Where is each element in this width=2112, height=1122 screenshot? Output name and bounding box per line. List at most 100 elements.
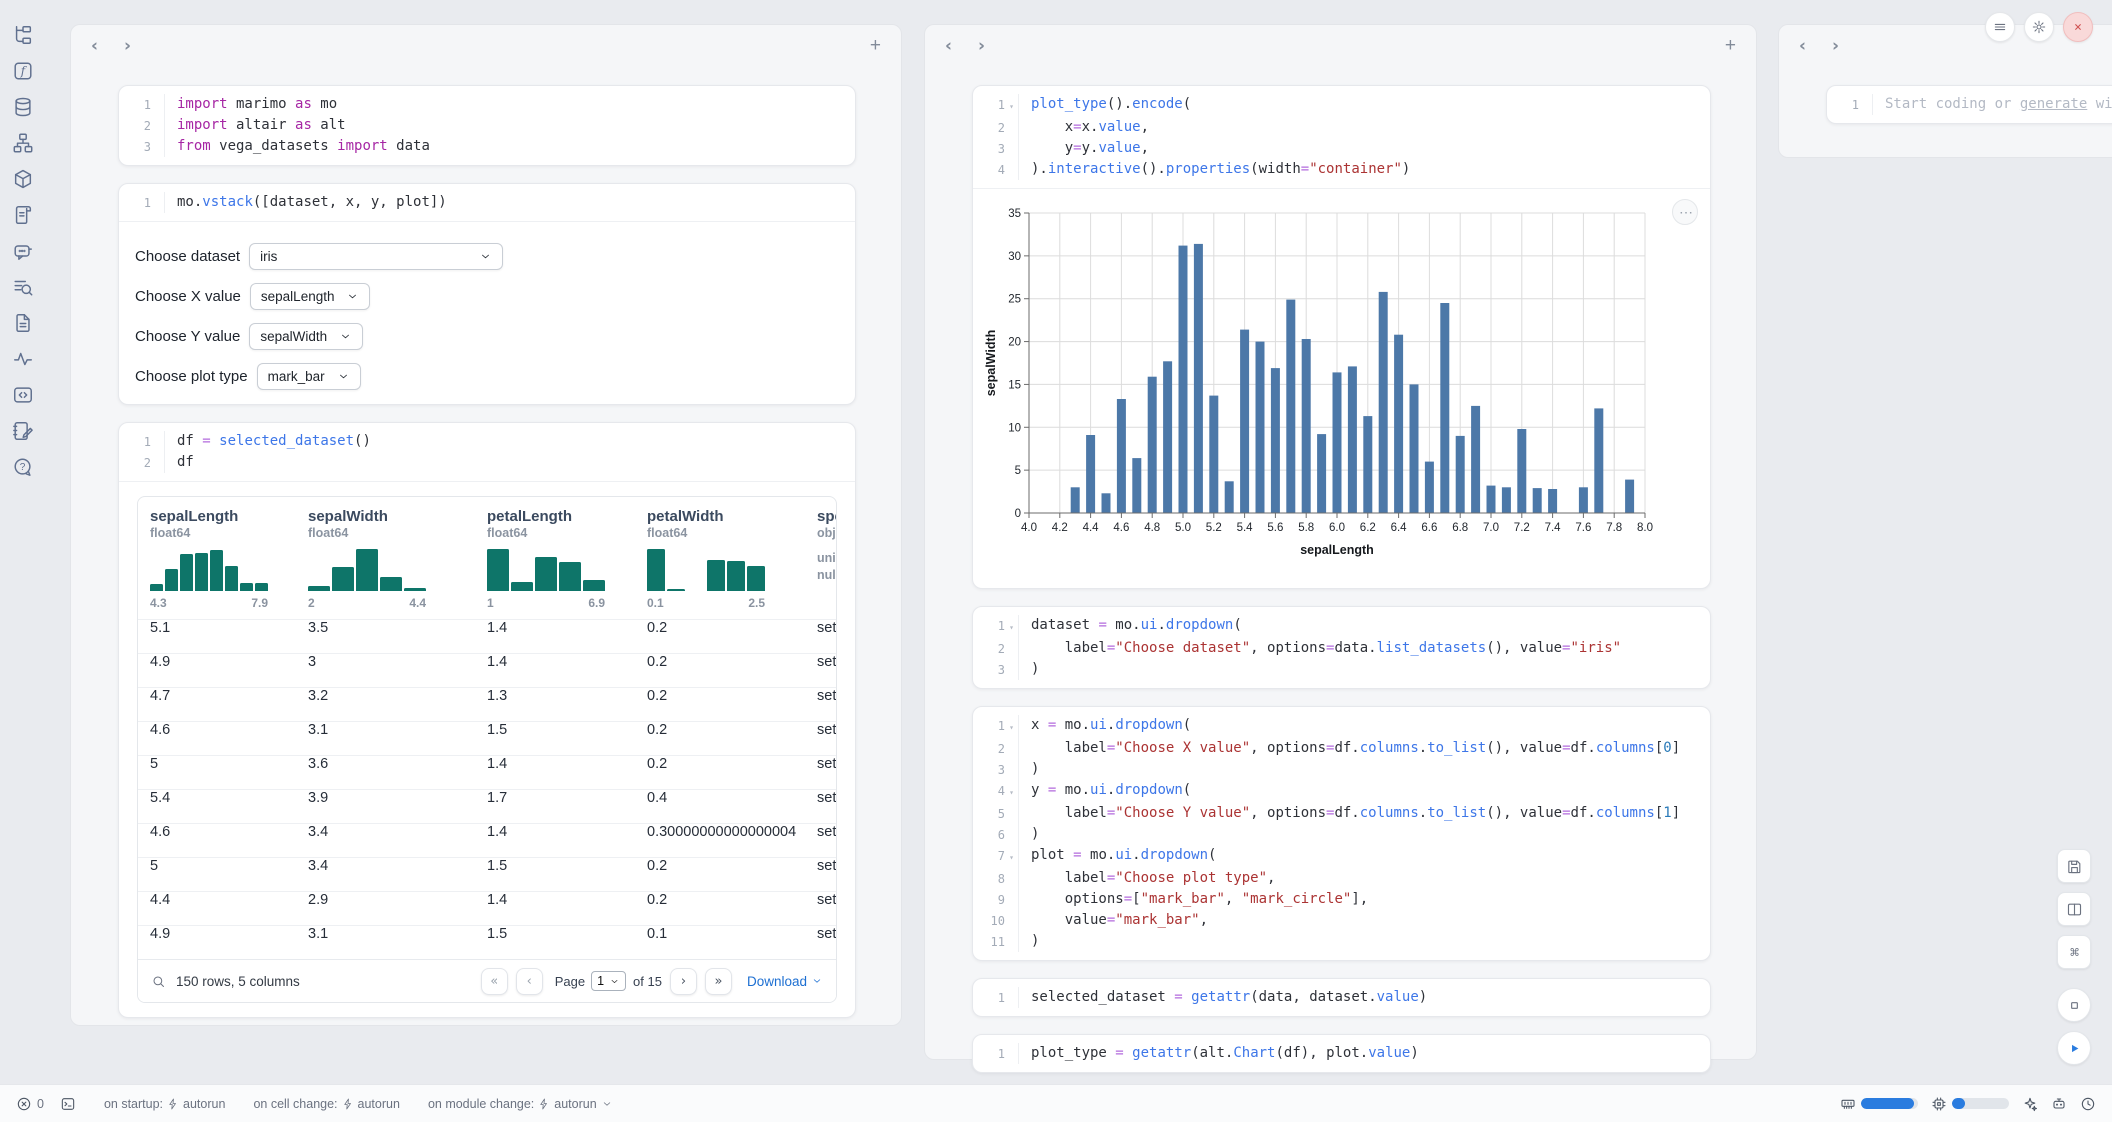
shutdown-button[interactable] — [2063, 12, 2093, 42]
code-token: x — [1031, 119, 1073, 135]
column-prev-button[interactable]: ‹ — [1795, 38, 1810, 55]
table-row[interactable]: 4.73.21.30.2setosa — [138, 688, 836, 722]
sidebar-scratchpad-button[interactable] — [12, 420, 34, 442]
prev-page-button[interactable]: ‹ — [516, 968, 543, 995]
table-row[interactable]: 4.93.11.50.1setosa — [138, 926, 836, 960]
fold-chevron-icon[interactable]: ▾ — [1005, 715, 1018, 738]
sidebar-snippets-button[interactable] — [12, 384, 34, 406]
column-name: sepalLength — [150, 497, 296, 525]
runtime-config-item[interactable]: on cell change:autorun — [253, 1097, 400, 1111]
column-next-button[interactable]: › — [974, 38, 989, 55]
column-header[interactable]: sepalWidthfloat6424.4 — [296, 497, 475, 620]
dropdown-select[interactable]: iris — [249, 243, 503, 270]
sidebar-documentation-button[interactable] — [12, 312, 34, 334]
fold-chevron-icon[interactable]: ▾ — [1005, 780, 1018, 803]
dropdown-row: Choose datasetiris — [135, 243, 855, 270]
column-histogram[interactable] — [647, 549, 765, 591]
sidebar-tracing-button[interactable] — [12, 348, 34, 370]
column-next-button[interactable]: › — [1828, 38, 1843, 55]
last-page-button[interactable]: » — [705, 968, 732, 995]
add-cell-button[interactable]: + — [864, 35, 887, 56]
table-row[interactable]: 4.63.41.40.30000000000000004setosa — [138, 824, 836, 858]
code-editor[interactable]: 1▾plot_type().encode(2 x=x.value,3 y=y.v… — [973, 86, 1710, 188]
dropdown-select[interactable]: sepalLength — [250, 283, 371, 310]
table-row[interactable]: 5.43.91.70.4setosa — [138, 790, 836, 824]
add-cell-button[interactable]: + — [1719, 35, 1742, 56]
runtime-config-item[interactable]: on startup:autorun — [104, 1097, 225, 1111]
x-tick-label: 4.0 — [1021, 522, 1037, 534]
code-token: ( — [1183, 717, 1191, 733]
code-editor[interactable]: 1df = selected_dataset()2df — [119, 423, 855, 481]
first-page-button[interactable]: « — [481, 968, 508, 995]
code-editor[interactable]: 1plot_type = getattr(alt.Chart(df), plot… — [973, 1035, 1710, 1072]
column-next-button[interactable]: › — [120, 38, 135, 55]
table-row[interactable]: 4.931.40.2setosa — [138, 654, 836, 688]
bar — [1533, 488, 1542, 513]
command-palette-button[interactable]: ⌘ — [2057, 935, 2091, 969]
table-row[interactable]: 4.63.11.50.2setosa — [138, 722, 836, 756]
settings-button[interactable] — [2024, 12, 2054, 42]
fold-chevron-icon[interactable]: ▾ — [1005, 845, 1018, 868]
fold-chevron-icon[interactable]: ▾ — [1005, 94, 1018, 117]
sidebar-logs-button[interactable] — [12, 204, 34, 226]
code-editor[interactable]: 1import marimo as mo2import altair as al… — [119, 86, 855, 165]
notebook-menu-button[interactable] — [1985, 12, 2015, 42]
table-row[interactable]: 4.42.91.40.2setosa — [138, 892, 836, 926]
run-all-button[interactable] — [2057, 1031, 2091, 1065]
app-view-button[interactable] — [2057, 988, 2091, 1022]
sidebar-outline-button[interactable] — [12, 276, 34, 298]
column-header[interactable]: petalLengthfloat6416.9 — [475, 497, 635, 620]
save-button[interactable] — [2057, 849, 2091, 883]
code-token: [ — [1655, 740, 1663, 756]
runtime-config-item[interactable]: on module change:autorun — [428, 1097, 613, 1111]
sidebar-chat-button[interactable] — [12, 240, 34, 262]
cpu-usage-gauge[interactable] — [1931, 1096, 2009, 1112]
altair-bar-chart[interactable]: 051015202530354.04.24.44.64.85.05.25.45.… — [973, 189, 1710, 588]
table-cell: 0.2 — [635, 654, 805, 688]
code-token: ) — [1031, 661, 1039, 677]
download-button[interactable]: Download — [747, 974, 823, 989]
column-prev-button[interactable]: ‹ — [941, 38, 956, 55]
sidebar-packages-button[interactable] — [12, 168, 34, 190]
clock-button[interactable] — [2080, 1096, 2096, 1112]
search-icon[interactable] — [151, 974, 166, 989]
memory-usage-gauge[interactable] — [1840, 1096, 1918, 1112]
next-page-button[interactable]: › — [670, 968, 697, 995]
sidebar-help-button[interactable]: ? — [12, 456, 34, 478]
code-editor[interactable]: 1mo.vstack([dataset, x, y, plot]) — [119, 184, 855, 221]
code-editor[interactable]: 1▾dataset = mo.ui.dropdown(2 label="Choo… — [973, 607, 1710, 688]
cell-plot-cell: 1▾plot_type().encode(2 x=x.value,3 y=y.v… — [972, 85, 1711, 589]
notebook-column-2: ‹ › + 1▾plot_type().encode(2 x=x.value,3… — [924, 24, 1757, 1060]
column-header[interactable]: speciesobjectunique:nulls: — [805, 497, 836, 620]
table-row[interactable]: 53.41.50.2setosa — [138, 858, 836, 892]
fold-chevron-icon[interactable]: ▾ — [1005, 615, 1018, 638]
layout-toggle-button[interactable] — [2057, 892, 2091, 926]
dropdown-select[interactable]: sepalWidth — [249, 323, 363, 350]
sidebar-datasources-button[interactable] — [12, 96, 34, 118]
column-prev-button[interactable]: ‹ — [87, 38, 102, 55]
table-row[interactable]: 53.61.40.2setosa — [138, 756, 836, 790]
column-histogram[interactable] — [308, 549, 426, 591]
code-editor[interactable]: 1selected_dataset = getattr(data, datase… — [973, 979, 1710, 1016]
code-editor[interactable]: 1▾x = mo.ui.dropdown(2 label="Choose X v… — [973, 707, 1710, 960]
config-label: on module change: — [428, 1097, 534, 1111]
terminal-button[interactable] — [60, 1096, 76, 1112]
page-select[interactable]: 1 — [591, 971, 626, 991]
table-row[interactable]: 5.13.51.40.2setosa — [138, 620, 836, 654]
code-token: , — [1200, 912, 1208, 928]
column-header[interactable]: petalWidthfloat640.12.5 — [635, 497, 805, 620]
column-header[interactable]: sepalLengthfloat644.37.9 — [138, 497, 296, 620]
sidebar-file-explorer-button[interactable] — [12, 24, 34, 46]
error-count-button[interactable]: 0 — [16, 1096, 44, 1112]
code-editor[interactable]: 1Start coding or generate with AI — [1827, 86, 2112, 123]
column-histogram[interactable] — [150, 549, 268, 591]
bot-button[interactable] — [2051, 1096, 2067, 1112]
sidebar-dependencies-button[interactable] — [12, 132, 34, 154]
code-token: data — [388, 138, 430, 154]
column-histogram[interactable] — [487, 549, 605, 591]
table-cell: 2.9 — [296, 892, 475, 926]
sparkle-button[interactable] — [2022, 1096, 2038, 1112]
chart-actions-button[interactable]: ⋯ — [1672, 199, 1698, 225]
sidebar-variables-button[interactable]: f — [12, 60, 34, 82]
dropdown-select[interactable]: mark_bar — [257, 363, 361, 390]
